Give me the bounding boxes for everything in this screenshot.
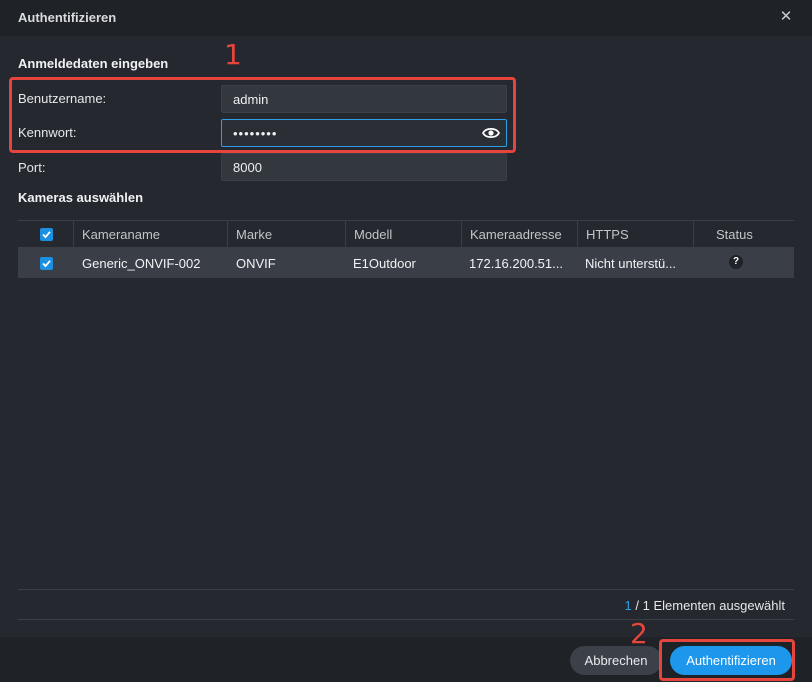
cell-https: Nicht unterstü... [585, 256, 677, 271]
annotation-box-2 [659, 639, 795, 681]
check-icon [42, 260, 51, 268]
selection-count: 1 [624, 598, 632, 613]
status-unknown-icon[interactable]: ? [729, 255, 743, 269]
column-header-marke[interactable]: Marke [227, 221, 345, 247]
column-header-kameraadresse[interactable]: Kameraadresse [461, 221, 577, 247]
annotation-box-1 [9, 77, 516, 153]
table-row[interactable]: Generic_ONVIF-002 ONVIF E1Outdoor 172.16… [18, 248, 794, 278]
column-header-status[interactable]: Status [693, 221, 794, 247]
column-header-https[interactable]: HTTPS [577, 221, 693, 247]
cell-status: ? [693, 248, 794, 278]
row-checkbox[interactable] [40, 257, 53, 270]
column-header-kameraname[interactable]: Kameraname [73, 221, 227, 247]
selection-status: 1 / 1 Elementen ausgewählt [625, 598, 785, 613]
cancel-button[interactable]: Abbrechen [570, 646, 662, 675]
footer-divider [18, 619, 794, 620]
cell-brand: ONVIF [236, 256, 276, 271]
credentials-section-title: Anmeldedaten eingeben [18, 56, 169, 71]
close-icon[interactable]: ✕ [778, 8, 794, 26]
column-header-modell[interactable]: Modell [345, 221, 461, 247]
table-footer-divider [18, 589, 794, 590]
dialog-titlebar: Authentifizieren ✕ [0, 0, 812, 36]
check-icon [42, 231, 51, 239]
annotation-number-2: 2 [630, 617, 648, 650]
cell-address: 172.16.200.51... [469, 256, 563, 271]
port-value: 8000 [233, 160, 262, 175]
select-all-checkbox[interactable] [40, 228, 53, 241]
selection-text: / 1 Elementen ausgewählt [635, 598, 785, 613]
dialog-title: Authentifizieren [18, 10, 117, 25]
annotation-number-1: 1 [224, 38, 242, 71]
port-label: Port: [18, 160, 46, 175]
table-header: Kameraname Marke Modell Kameraadresse HT… [18, 220, 794, 248]
cell-camera-name: Generic_ONVIF-002 [82, 256, 201, 271]
port-field[interactable]: 8000 [221, 153, 507, 181]
cell-model: E1Outdoor [353, 256, 416, 271]
cameras-section-title: Kameras auswählen [18, 190, 144, 205]
camera-table: Kameraname Marke Modell Kameraadresse HT… [18, 220, 794, 278]
